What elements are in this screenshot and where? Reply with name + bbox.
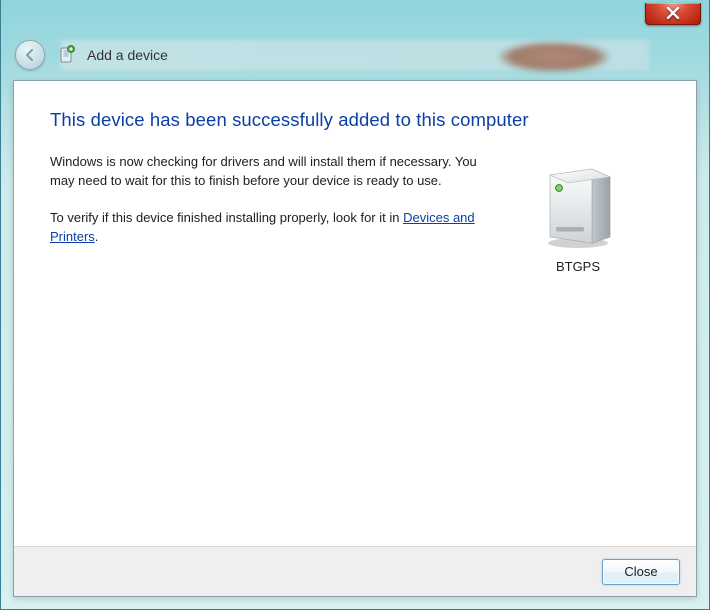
device-panel: BTGPS xyxy=(518,153,638,274)
close-button[interactable]: Close xyxy=(602,559,680,585)
titlebar xyxy=(1,0,709,28)
content-inner: This device has been successfully added … xyxy=(14,81,696,546)
body-text: Windows is now checking for drivers and … xyxy=(50,153,490,264)
info-paragraph-1: Windows is now checking for drivers and … xyxy=(50,153,490,191)
para2-suffix: . xyxy=(95,229,99,244)
info-paragraph-2: To verify if this device finished instal… xyxy=(50,209,490,247)
arrow-left-icon xyxy=(22,47,38,63)
add-device-icon xyxy=(57,45,75,65)
content-panel: This device has been successfully added … xyxy=(13,80,697,597)
wizard-window: Add a device This device has been succes… xyxy=(0,0,710,610)
wizard-header: Add a device xyxy=(1,28,709,82)
wizard-title: Add a device xyxy=(87,47,168,63)
body-row: Windows is now checking for drivers and … xyxy=(50,153,660,274)
footer: Close xyxy=(14,546,696,596)
close-icon xyxy=(666,7,680,19)
device-icon xyxy=(532,155,624,251)
page-heading: This device has been successfully added … xyxy=(50,109,660,131)
back-button[interactable] xyxy=(15,40,45,70)
window-close-button[interactable] xyxy=(645,3,701,25)
device-name: BTGPS xyxy=(556,259,600,274)
para2-prefix: To verify if this device finished instal… xyxy=(50,210,403,225)
